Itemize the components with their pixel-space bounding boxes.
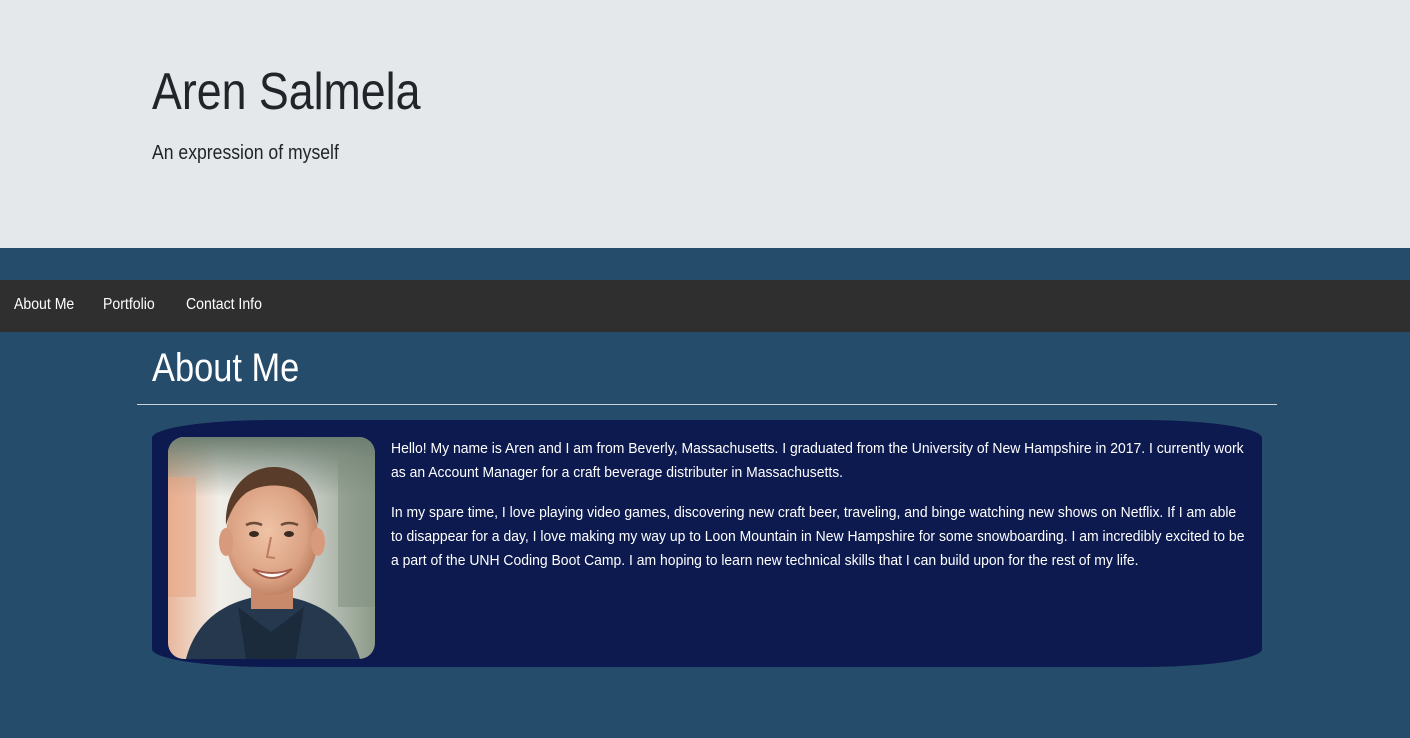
nav-link-portfolio[interactable]: Portfolio <box>103 296 155 314</box>
about-card: Hello! My name is Aren and I am from Bev… <box>152 420 1262 667</box>
site-subtitle: An expression of myself <box>152 142 339 164</box>
nav-link-about-me[interactable]: About Me <box>14 296 74 314</box>
about-text: Hello! My name is Aren and I am from Bev… <box>391 437 1251 589</box>
profile-photo <box>168 437 375 659</box>
section-divider <box>137 404 1277 405</box>
jumbotron: Aren Salmela An expression of myself <box>0 0 1410 248</box>
about-paragraph: Hello! My name is Aren and I am from Bev… <box>391 440 1244 481</box>
nav-link-contact-info[interactable]: Contact Info <box>186 296 262 314</box>
about-paragraph: In my spare time, I love playing video g… <box>391 504 1245 569</box>
about-me-heading: About Me <box>152 346 300 390</box>
navbar: About Me Portfolio Contact Info <box>0 280 1410 332</box>
site-title: Aren Salmela <box>152 63 421 121</box>
